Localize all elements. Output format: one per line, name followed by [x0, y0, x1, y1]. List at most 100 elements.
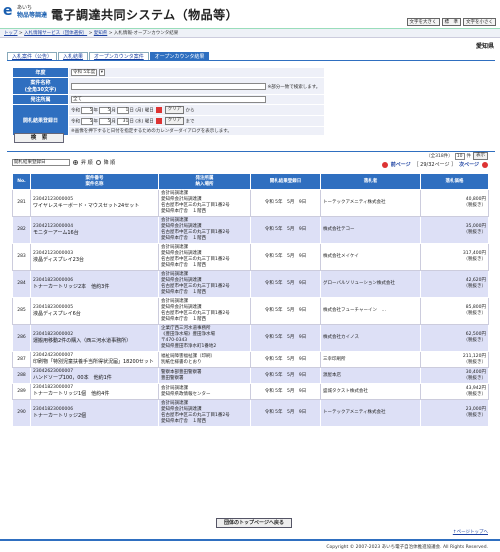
delivery-place: 名古屋市中区三の丸三丁目1番2号 [161, 311, 230, 316]
ordering-dept: 企業庁西三河水道事務所 [161, 326, 211, 331]
table-row: 285 23041823000005 液晶ディスプレイ6台 会計局調達課 愛知県会計局調… [12, 297, 489, 325]
back-to-org-top-button[interactable]: 団体のトップページへ戻る [216, 518, 292, 528]
to-day-input[interactable]: 31 [117, 117, 130, 125]
to-year-input[interactable]: 5 [81, 117, 94, 125]
breadcrumb-org[interactable]: 愛知県 [94, 31, 108, 36]
per-page-select[interactable]: 10 [454, 152, 465, 160]
case-name-link[interactable]: 液晶ディスプレイ6台 [33, 311, 81, 317]
winner: トーテックアメニティ株式会社 [320, 189, 421, 217]
to-era: 令和 [71, 119, 80, 125]
search-button[interactable]: 検 索 [14, 133, 64, 143]
logo-mark: e [3, 3, 13, 19]
case-name-link[interactable]: トナーカートリッジ2本 他約3件 [33, 284, 109, 290]
date-label: 開札結果登録日 [12, 104, 69, 136]
breadcrumb-top[interactable]: トップ [4, 31, 18, 36]
page-info: ［ 29/32ページ ］ [413, 162, 457, 168]
pagination: 前ページ ［ 29/32ページ ］ 次ページ [381, 161, 488, 168]
next-arrow-icon[interactable] [482, 161, 488, 168]
tax-note: （税抜き） [463, 338, 487, 343]
next-page-link[interactable]: 次ページ [459, 161, 479, 168]
from-day-input[interactable]: 1 [117, 106, 130, 114]
calendar-icon[interactable] [156, 118, 163, 124]
case-name-link[interactable]: モニターアーム16台 [33, 230, 79, 236]
ordering-dept: 会計局調達課 [161, 245, 188, 250]
to-clear-button[interactable]: クリア [164, 117, 185, 125]
font-large-button[interactable]: 文字を大きく [406, 18, 440, 26]
case-name-link[interactable]: トナーカートリッジ1個 他約4件 [33, 391, 109, 397]
delivery-place: 愛知県会計局調達課 [161, 197, 202, 202]
font-size-controls: 文字を大きく 標 準 文字を小さく [406, 18, 496, 26]
results-body: 281 23042123000005 ワイヤレスキーボード・マウスセット24セット会… [12, 189, 489, 427]
case-name-link[interactable]: 運搬用移動2件の購入（西三河水道事務所） [33, 338, 131, 344]
sort-select[interactable]: 開札結果登録日 [12, 159, 70, 166]
table-row: 289 23041823000007 トナーカートリッジ1個 他約4件 会計局調達課愛… [12, 383, 489, 400]
case-name-link[interactable]: 液晶ディスプレイ23台 [33, 257, 84, 263]
sort-controls: 開札結果登録日 昇 順 降 順 [12, 159, 115, 166]
result-date: 令和 5年 5月 9日 [250, 189, 321, 217]
sort-desc-label: 降 順 [103, 160, 116, 166]
font-normal-button[interactable]: 標 準 [441, 18, 461, 26]
winner: 源屋本店 [320, 367, 421, 384]
from-month-input[interactable]: 5 [99, 106, 112, 114]
per-page-controls: （全318件） 10 件 表示 [426, 152, 488, 160]
delivery-place: 愛知県会計局調達課 [161, 407, 202, 412]
case-name-link[interactable]: ワイヤレスキーボード・マウスセット24セット [33, 203, 139, 209]
logo-sub: あいち [17, 5, 33, 11]
case-name-link[interactable]: ハンドソープ100，00本 他約1件 [33, 375, 112, 381]
case-number: 23041823000006 [33, 277, 74, 283]
case-number: 23042123000004 [33, 223, 74, 229]
col-no: No. [12, 173, 31, 190]
case-number: 23042123000005 [33, 196, 74, 202]
from-dow: (月) [135, 108, 144, 114]
winner: 株式会社メイケイ [320, 243, 421, 271]
tax-note: （税抜き） [463, 203, 487, 208]
font-small-button[interactable]: 文字を小さく [463, 18, 496, 26]
table-row: 283 23042123000003 液晶ディスプレイ23台 会計局調達課 愛知県会計局… [12, 243, 489, 271]
case-name-label: 案件名称 (全角30文字) [12, 77, 69, 95]
result-date: 令和 5年 5月 9日 [250, 324, 321, 352]
ordering-dept: 会計局調達課 [161, 218, 188, 223]
winning-price: 85,800円 [465, 305, 486, 310]
delivery-place: 愛知県本庁舎 １階西 [161, 209, 206, 214]
breadcrumb-service[interactable]: 入札情報サービス（団体選択） [24, 31, 87, 36]
total-count: （全318件） [426, 154, 453, 159]
prev-page-link[interactable]: 前ページ [391, 161, 411, 168]
ordering-dept: 会計局調達課 [161, 272, 188, 277]
delivery-place: 愛知県会計局調達課 [161, 305, 202, 310]
year-select[interactable]: 令和 5年度 [71, 69, 98, 76]
sort-desc-radio[interactable] [95, 160, 101, 165]
case-name-note: ※部分一致で検索します。 [267, 84, 321, 90]
delivery-place: 愛知県会計局調達課 [161, 224, 202, 229]
per-page-suffix: 件 [466, 154, 472, 159]
case-name-input[interactable] [71, 82, 266, 90]
from-clear-button[interactable]: クリア [164, 106, 185, 114]
winner: トーテックアメニティ株式会社 [320, 399, 421, 427]
winner: 株式会社カイノス [320, 324, 421, 352]
winner: 三幸印刷所 [320, 351, 421, 368]
calendar-icon[interactable] [156, 107, 163, 113]
delivery-place: 愛知県県政情報センター [161, 391, 211, 397]
to-month-input[interactable]: 5 [99, 117, 112, 125]
to-dow: (水) [135, 119, 144, 125]
row-number: 287 [12, 351, 31, 368]
case-number: 23041823000006 [33, 406, 74, 412]
case-name-link[interactable]: トナーカートリッジ2個 [33, 413, 86, 419]
case-name-link[interactable]: 印刷物「特別児童扶養手当所得状況届」18200セット [33, 359, 154, 365]
col-case: 案件番号 案件名称 [30, 173, 159, 190]
from-suffix: から [185, 108, 195, 114]
row-number: 289 [12, 383, 31, 400]
col-winner: 落札者 [320, 173, 421, 190]
sort-asc-radio[interactable] [73, 160, 78, 165]
winning-price: 317,400円 [462, 251, 486, 256]
display-button[interactable]: 表示 [473, 152, 488, 160]
row-number: 281 [12, 189, 31, 217]
delivery-place: 愛知県会計局調達課 [161, 278, 202, 283]
from-year-input[interactable]: 5 [81, 106, 94, 114]
prev-arrow-icon[interactable] [381, 161, 388, 168]
org-select[interactable]: 全て [71, 96, 266, 103]
site-logo[interactable]: e あいち 物品等調達 [3, 4, 48, 25]
logo-name: 物品等調達 [17, 12, 48, 19]
row-number: 286 [12, 324, 31, 352]
page-top-link[interactable]: ↑ページトップへ [453, 529, 488, 535]
tax-note: （税抜き） [463, 284, 487, 289]
